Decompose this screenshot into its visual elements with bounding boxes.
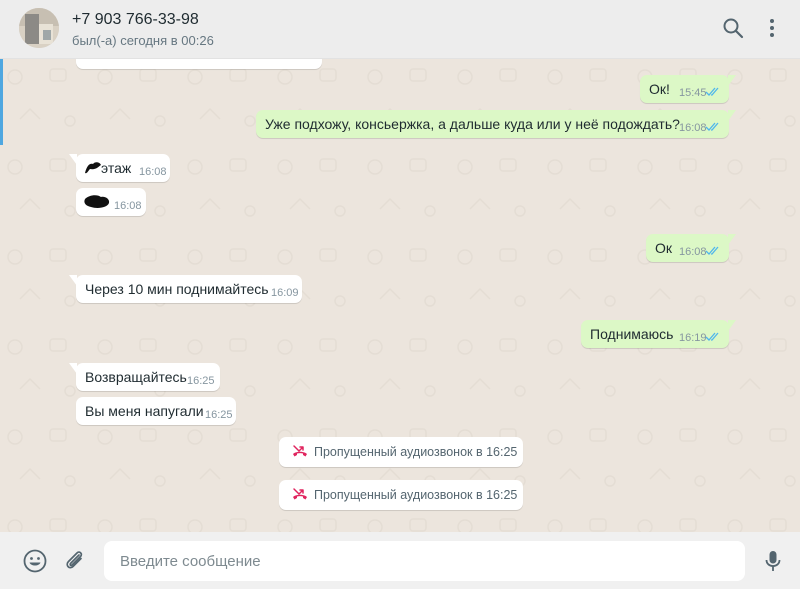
read-receipt-icon	[705, 332, 719, 341]
message-time: 15:45	[679, 87, 707, 99]
message-text: Через 10 мин поднимайтесь	[85, 281, 269, 297]
last-seen-status: был(-а) сегодня в 00:26	[72, 33, 214, 48]
menu-button[interactable]	[760, 16, 784, 40]
missed-call-notice[interactable]: Пропущенный аудиозвонок в 16:25	[279, 437, 523, 467]
search-icon	[723, 18, 744, 39]
message-bubble-incoming[interactable]: Возвращайтесь 16:25	[69, 363, 220, 391]
bubble-tail	[728, 110, 736, 121]
message-bubble-incoming[interactable]: 16:08	[76, 188, 146, 216]
message-bubble-outgoing[interactable]: Уже подхожу, консьержка, а дальше куда и…	[256, 110, 736, 138]
message-text: Поднимаюсь	[590, 326, 674, 342]
emoji-button[interactable]	[22, 548, 48, 574]
message-bubble-incoming[interactable]: Вы меня напугали 16:25	[76, 397, 236, 425]
bubble-tail	[69, 275, 77, 286]
message-bubble-outgoing[interactable]: Ок 16:08	[646, 234, 736, 262]
composer-bar	[0, 532, 800, 589]
chat-header: +7 903 766-33-98 был(-а) сегодня в 00:26	[0, 0, 800, 59]
bubble-tail	[728, 234, 736, 245]
scroll-indicator	[0, 59, 3, 145]
read-receipt-icon	[705, 246, 719, 255]
message-time: 16:25	[205, 409, 233, 421]
missed-call-notice[interactable]: Пропущенный аудиозвонок в 16:25	[279, 480, 523, 510]
message-bubble-outgoing[interactable]: Поднимаюсь 16:19	[581, 320, 736, 348]
message-text: Ок!	[649, 81, 670, 97]
message-text: Возвращайтесь	[85, 369, 187, 385]
message-bubble-incoming[interactable]: этаж 16:08	[69, 154, 170, 182]
kebab-menu-icon	[770, 19, 774, 37]
microphone-icon	[765, 551, 781, 571]
avatar-photo-icon	[19, 8, 59, 48]
message-time: 16:09	[271, 287, 299, 299]
message-time: 16:08	[139, 166, 167, 178]
read-receipt-icon	[705, 122, 719, 131]
bubble-tail	[69, 154, 77, 165]
message-text: Уже подхожу, консьержка, а дальше куда и…	[265, 116, 680, 132]
message-time: 16:08	[114, 200, 142, 212]
redacted-ink-icon	[85, 162, 101, 174]
attach-button[interactable]	[62, 548, 88, 574]
contact-name[interactable]: +7 903 766-33-98	[72, 11, 199, 29]
missed-call-text: Пропущенный аудиозвонок в 16:25	[314, 445, 518, 459]
emoji-icon	[23, 549, 47, 573]
contact-avatar[interactable]	[19, 8, 59, 48]
missed-call-icon	[293, 488, 307, 500]
message-time: 16:25	[187, 375, 215, 387]
message-bubble-partial[interactable]	[76, 59, 322, 69]
message-text: Вы меня напугали	[85, 403, 204, 419]
voice-message-button[interactable]	[760, 548, 786, 574]
bubble-tail	[728, 320, 736, 331]
message-text: Ок	[655, 240, 673, 256]
redacted-ink-icon	[84, 195, 110, 208]
message-time: 16:19	[679, 332, 707, 344]
bubble-tail	[69, 363, 77, 374]
message-bubble-incoming[interactable]: Через 10 мин поднимайтесь 16:09	[69, 275, 302, 303]
message-input[interactable]	[104, 541, 745, 581]
read-receipt-icon	[705, 87, 719, 96]
missed-call-text: Пропущенный аудиозвонок в 16:25	[314, 488, 518, 502]
missed-call-icon	[293, 445, 307, 457]
message-time: 16:08	[679, 246, 707, 258]
paperclip-icon	[66, 551, 83, 569]
search-button[interactable]	[721, 16, 745, 40]
message-bubble-outgoing[interactable]: Ок! 15:45	[640, 75, 736, 103]
message-text: этаж	[101, 160, 132, 176]
bubble-tail	[728, 75, 736, 86]
message-time: 16:08	[679, 122, 707, 134]
